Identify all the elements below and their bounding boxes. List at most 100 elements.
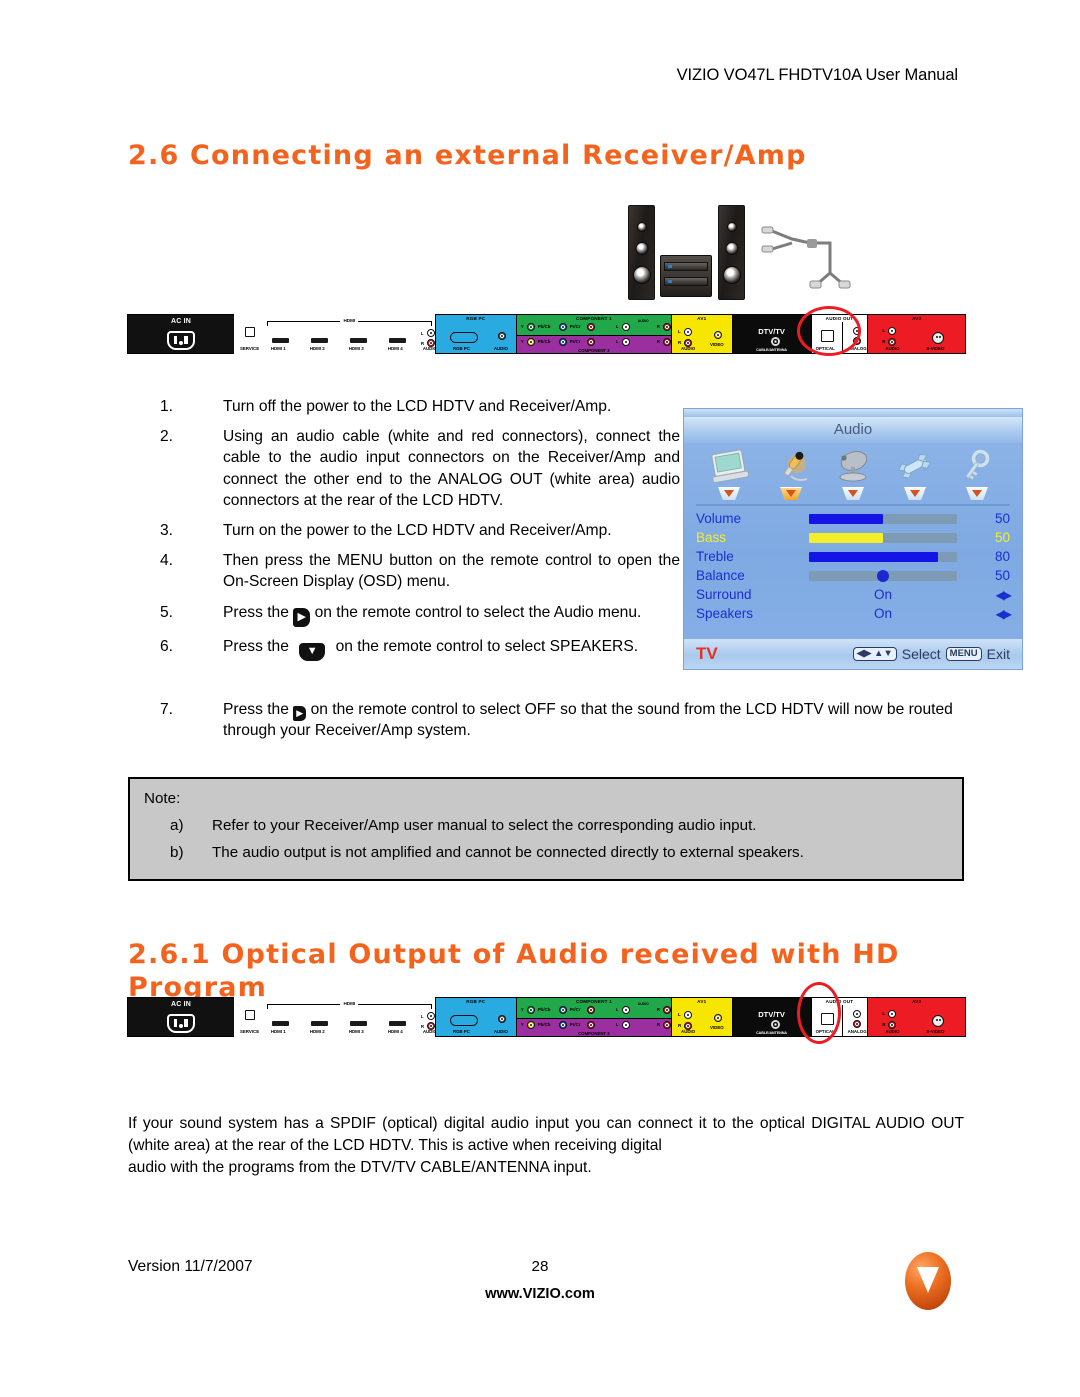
panel-segment-service: SERVICE bbox=[233, 314, 264, 354]
note-item-text: The audio output is not amplified and ca… bbox=[212, 844, 804, 861]
osd-tab-marker bbox=[966, 487, 988, 500]
osd-nav-keys-icon: ◀▶ ▲▼ bbox=[852, 647, 897, 661]
remote-right-arrow-icon: ▶ bbox=[293, 706, 307, 721]
osd-treble-bar[interactable] bbox=[809, 551, 957, 562]
step-number: 1. bbox=[160, 398, 174, 415]
osd-row-value: 50 bbox=[994, 511, 1010, 526]
note-item: a) Refer to your Receiver/Amp user manua… bbox=[144, 817, 962, 834]
osd-icon-audio[interactable] bbox=[767, 448, 815, 500]
step-number: 3. bbox=[160, 522, 174, 540]
osd-balance-slider[interactable] bbox=[809, 569, 957, 582]
panel-segment-dtv-tv: DTV/TV CABLE/ANTENNA bbox=[731, 314, 812, 354]
step-number: 5. bbox=[160, 603, 174, 621]
osd-audio-menu: Audio Volume 50 Bass 50 Treble 80 Balanc… bbox=[683, 408, 1023, 670]
osd-row-label: Bass bbox=[696, 530, 727, 545]
osd-settings-rows: Volume 50 Bass 50 Treble 80 Balance 50 S… bbox=[684, 509, 1022, 623]
osd-lr-arrows-icon: ◀▶ bbox=[995, 606, 1012, 621]
osd-row-label: Volume bbox=[696, 511, 742, 526]
list-item-step-5: 5. Press the ▶ on the remote control to … bbox=[160, 602, 680, 627]
osd-row-value: 50 bbox=[994, 568, 1010, 583]
audio-cable-icon bbox=[761, 226, 851, 289]
osd-tab-marker bbox=[780, 487, 802, 500]
osd-row-value: 50 bbox=[994, 530, 1010, 545]
note-box: Note: a) Refer to your Receiver/Amp user… bbox=[128, 777, 964, 881]
ac-power-socket-icon bbox=[166, 331, 195, 350]
panel-segment-av1: AV1 L R AUDIO VIDEO bbox=[671, 314, 733, 354]
osd-row-balance[interactable]: Balance 50 bbox=[696, 566, 1010, 585]
osd-icon-picture[interactable] bbox=[705, 448, 753, 500]
panel-segment-rgb-pc: RGB PC RGB PC AUDIO bbox=[434, 314, 517, 354]
osd-row-label: Surround bbox=[696, 587, 752, 602]
osd-icon-parental[interactable] bbox=[953, 448, 1001, 500]
panel-segment-ac-in: AC IN bbox=[127, 997, 235, 1037]
step-text: Using an audio cable (white and red conn… bbox=[223, 428, 680, 509]
panel-segment-audio-out: AUDIO OUT OPTICAL ANALOG bbox=[810, 997, 869, 1037]
osd-icon-setup[interactable] bbox=[891, 448, 939, 500]
list-item: 1. Turn off the power to the LCD HDTV an… bbox=[160, 396, 680, 417]
rear-connector-panel-top: AC IN SERVICE HDMI HDMI 1 HDMI 2 HDMI 3 … bbox=[127, 314, 966, 354]
osd-tab-marker bbox=[718, 487, 740, 500]
parental-key-icon bbox=[953, 448, 1001, 486]
osd-bass-bar[interactable] bbox=[809, 532, 957, 543]
rear-connector-panel-bottom: AC IN SERVICE HDMI HDMI 1 HDMI 2 HDMI 3 … bbox=[127, 997, 966, 1037]
remote-down-arrow-icon: ▼ bbox=[299, 642, 326, 661]
panel-segment-av2: AV2 L R AUDIO S-VIDEO bbox=[867, 314, 966, 354]
panel-segment-dtv-tv: DTV/TV CABLE/ANTENNA bbox=[731, 997, 812, 1037]
ac-power-socket-icon bbox=[166, 1014, 195, 1033]
list-item: 3. Turn on the power to the LCD HDTV and… bbox=[160, 520, 680, 541]
speaker-tower-right bbox=[718, 205, 745, 300]
list-item: 4. Then press the MENU button on the rem… bbox=[160, 550, 680, 592]
section-number-2-6: 2.6 bbox=[128, 140, 180, 171]
osd-exit-label: Exit bbox=[986, 646, 1010, 662]
step-number: 6. bbox=[160, 637, 174, 655]
panel-segment-audio-out: AUDIO OUT OPTICAL ANALOG bbox=[810, 314, 869, 354]
note-title: Note: bbox=[144, 790, 181, 807]
receiver-amp-unit bbox=[660, 255, 712, 297]
osd-icon-tuner[interactable] bbox=[829, 448, 877, 500]
body-paragraph-text: If your sound system has a SPDIF (optica… bbox=[128, 1115, 964, 1155]
note-item-text: Refer to your Receiver/Amp user manual t… bbox=[212, 817, 757, 834]
section-heading-2-6-1: 2.6.1 Optical Output of Audio received w… bbox=[128, 938, 970, 1005]
osd-row-treble[interactable]: Treble 80 bbox=[696, 547, 1010, 566]
remote-right-arrow-icon: ▶ bbox=[293, 607, 311, 627]
panel-segment-av2: AV2 L R AUDIO S-VIDEO bbox=[867, 997, 966, 1037]
step-text-pre: Press the bbox=[223, 637, 289, 655]
step-text-post: on the remote control to select OFF so t… bbox=[223, 701, 953, 739]
note-item-key: a) bbox=[170, 817, 184, 834]
osd-menu-key-icon: MENU bbox=[945, 647, 982, 661]
osd-row-label: Balance bbox=[696, 568, 745, 583]
picture-monitor-icon bbox=[705, 448, 753, 486]
step-number: 7. bbox=[160, 701, 174, 718]
osd-row-label: Treble bbox=[696, 549, 734, 564]
osd-tab-marker bbox=[842, 487, 864, 500]
osd-divider bbox=[696, 504, 1010, 506]
osd-row-bass[interactable]: Bass 50 bbox=[696, 528, 1010, 547]
osd-top-bar bbox=[684, 409, 1022, 417]
section-title-2-6: Connecting an external Receiver/Amp bbox=[190, 140, 807, 171]
osd-volume-bar[interactable] bbox=[809, 513, 957, 524]
note-item-key: b) bbox=[170, 844, 184, 861]
step-text: Then press the MENU button on the remote… bbox=[223, 552, 680, 591]
step-text-post: on the remote control to select SPEAKERS… bbox=[335, 637, 639, 655]
panel-segment-av1: AV1 L R AUDIO VIDEO bbox=[671, 997, 733, 1037]
body-paragraph: If your sound system has a SPDIF (optica… bbox=[128, 1113, 964, 1179]
list-item-step-6: 6. Press the ▼ on the remote control to … bbox=[160, 636, 680, 661]
osd-row-surround[interactable]: Surround On ◀▶ bbox=[696, 585, 1012, 604]
osd-row-speakers[interactable]: Speakers On ◀▶ bbox=[696, 604, 1012, 623]
osd-row-label: Speakers bbox=[696, 606, 754, 621]
list-item: 2. Using an audio cable (white and red c… bbox=[160, 426, 680, 511]
panel-segment-component: COMPONENT 1 COMPONENT 2 Y Pb/Cb Pr/Cr L … bbox=[515, 997, 673, 1037]
osd-surround-value: On bbox=[873, 587, 892, 602]
osd-row-volume[interactable]: Volume 50 bbox=[696, 509, 1010, 528]
osd-lr-arrows-icon: ◀▶ bbox=[995, 587, 1012, 602]
osd-tab-marker bbox=[904, 487, 926, 500]
osd-select-label: Select bbox=[901, 646, 941, 662]
panel-segment-rgb-pc: RGB PC RGB PC AUDIO bbox=[434, 997, 517, 1037]
step-text-pre: Press the bbox=[223, 701, 289, 718]
panel-segment-component: COMPONENT 1 COMPONENT 2 Y Pb/Cb Pr/Cr L … bbox=[515, 314, 673, 354]
step-text: Turn on the power to the LCD HDTV and Re… bbox=[223, 522, 612, 540]
list-item-step-7: 7. Press the ▶ on the remote control to … bbox=[160, 700, 980, 742]
step-number: 2. bbox=[160, 428, 174, 446]
receiver-speakers-illustration bbox=[618, 197, 858, 309]
osd-footer-bar: TV ◀▶ ▲▼ Select MENU Exit bbox=[684, 639, 1022, 669]
